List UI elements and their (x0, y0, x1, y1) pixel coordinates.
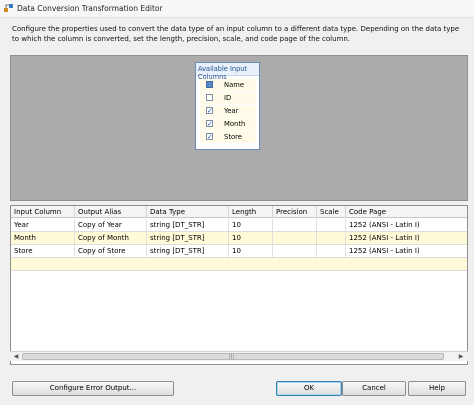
column-label: Month (224, 120, 246, 128)
cell-input-column[interactable]: Year (11, 219, 75, 231)
column-label: ID (224, 94, 232, 102)
checkbox-id[interactable] (206, 94, 213, 101)
new-row[interactable] (11, 258, 467, 271)
table-row[interactable]: Store Copy of Store string [DT_STR] 10 1… (11, 245, 467, 258)
checkbox-year[interactable]: ✓ (206, 107, 213, 115)
cell-output-alias[interactable]: Copy of Year (75, 219, 147, 231)
window-title: Data Conversion Transformation Editor (17, 4, 163, 13)
cell-scale[interactable] (317, 232, 346, 244)
cell-length[interactable]: 10 (229, 245, 273, 257)
available-input-columns: Available Input Columns Name ID ✓ Year ✓… (195, 62, 260, 150)
header-precision[interactable]: Precision (273, 206, 317, 218)
cell-data-type[interactable]: string [DT_STR] (147, 232, 229, 244)
conversion-grid: Input Column Output Alias Data Type Leng… (10, 205, 468, 365)
select-all-checkbox[interactable] (206, 81, 213, 88)
checkbox-month[interactable]: ✓ (206, 120, 213, 128)
cell-length[interactable]: 10 (229, 219, 273, 231)
configure-error-output-button[interactable]: Configure Error Output... (12, 381, 174, 396)
scrollbar-thumb[interactable]: ||| (22, 353, 444, 360)
description-text: Configure the properties used to convert… (12, 25, 460, 43)
data-conversion-icon (4, 4, 13, 12)
cell-code-page[interactable]: 1252 (ANSI - Latin I) (346, 219, 467, 231)
cell-data-type[interactable]: string [DT_STR] (147, 245, 229, 257)
scroll-grip-icon: ||| (229, 354, 235, 360)
horizontal-scrollbar[interactable]: ◀ ||| ▶ (10, 351, 468, 361)
title-bar: Data Conversion Transformation Editor (0, 0, 474, 18)
column-item-id[interactable]: ID (200, 92, 256, 104)
name-header-label: Name (224, 81, 245, 89)
scroll-right-icon[interactable]: ▶ (456, 352, 466, 361)
cell-scale[interactable] (317, 219, 346, 231)
scroll-left-icon[interactable]: ◀ (11, 352, 21, 361)
help-button[interactable]: Help (408, 381, 466, 396)
cell-output-alias[interactable]: Copy of Month (75, 232, 147, 244)
cancel-button[interactable]: Cancel (342, 381, 406, 396)
header-scale[interactable]: Scale (317, 206, 346, 218)
header-length[interactable]: Length (229, 206, 273, 218)
cell-precision[interactable] (273, 219, 317, 231)
cell-code-page[interactable]: 1252 (ANSI - Latin I) (346, 232, 467, 244)
header-output-alias[interactable]: Output Alias (75, 206, 147, 218)
table-row[interactable]: Month Copy of Month string [DT_STR] 10 1… (11, 232, 467, 245)
available-columns-header: Available Input Columns (196, 63, 259, 81)
cell-precision[interactable] (273, 232, 317, 244)
table-row[interactable]: Year Copy of Year string [DT_STR] 10 125… (11, 219, 467, 232)
cell-output-alias[interactable]: Copy of Store (75, 245, 147, 257)
cell-input-column[interactable]: Month (11, 232, 75, 244)
cell-length[interactable]: 10 (229, 232, 273, 244)
cell-scale[interactable] (317, 245, 346, 257)
column-item-store[interactable]: ✓ Store (200, 131, 256, 143)
ok-button[interactable]: OK (276, 381, 342, 396)
header-code-page[interactable]: Code Page (346, 206, 467, 218)
checkbox-store[interactable]: ✓ (206, 133, 213, 141)
header-data-type[interactable]: Data Type (147, 206, 229, 218)
column-label: Store (224, 133, 242, 141)
column-item-month[interactable]: ✓ Month (200, 118, 256, 130)
cell-precision[interactable] (273, 245, 317, 257)
header-input-column[interactable]: Input Column (11, 206, 75, 218)
column-item-year[interactable]: ✓ Year (200, 105, 256, 117)
select-all-row[interactable]: Name (200, 79, 256, 91)
cell-data-type[interactable]: string [DT_STR] (147, 219, 229, 231)
cell-input-column[interactable]: Store (11, 245, 75, 257)
cell-code-page[interactable]: 1252 (ANSI - Latin I) (346, 245, 467, 257)
column-label: Year (224, 107, 239, 115)
